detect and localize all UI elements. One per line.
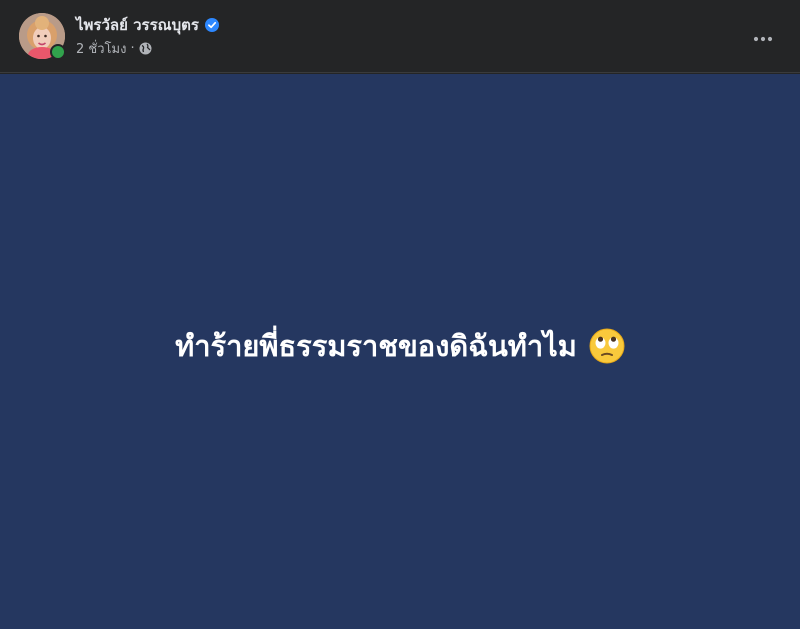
- rolling-eyes-emoji-icon: [589, 328, 625, 364]
- post-text: ทำร้ายพี่ธรรมราชของดิฉันทำไม: [175, 328, 577, 363]
- post-background-card: ทำร้ายพี่ธรรมราชของดิฉันทำไม: [0, 74, 800, 629]
- author-avatar[interactable]: [19, 13, 66, 60]
- post-header: ไพรวัลย์ วรรณบุตร 2 ชั่วโมง ·: [0, 0, 800, 73]
- post-content: ทำร้ายพี่ธรรมราชของดิฉันทำไม: [175, 323, 625, 369]
- ellipsis-icon: [753, 27, 773, 46]
- meta-separator: ·: [130, 40, 135, 56]
- globe-icon[interactable]: [139, 42, 152, 55]
- facebook-post: ไพรวัลย์ วรรณบุตร 2 ชั่วโมง · ทำร้ายพี่ธ…: [0, 0, 800, 629]
- post-meta: 2 ชั่วโมง ·: [76, 39, 152, 57]
- author-row: ไพรวัลย์ วรรณบุตร: [76, 14, 219, 36]
- author-name[interactable]: ไพรวัลย์ วรรณบุตร: [76, 13, 199, 37]
- online-status-dot: [50, 44, 66, 60]
- more-options-button[interactable]: [746, 20, 780, 52]
- post-timestamp[interactable]: 2 ชั่วโมง: [76, 38, 126, 59]
- verified-badge-icon: [204, 18, 219, 32]
